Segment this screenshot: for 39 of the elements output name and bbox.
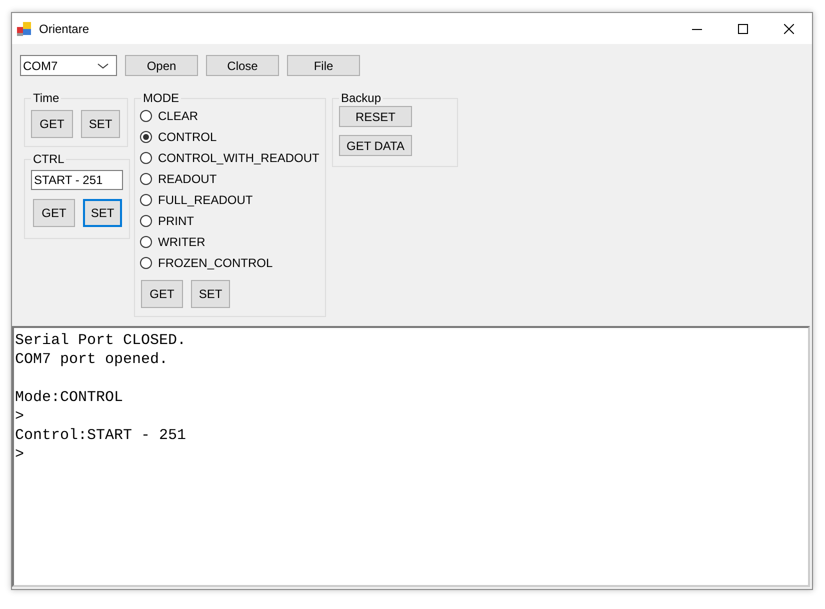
radio-label[interactable]: PRINT: [158, 214, 194, 228]
radio-label[interactable]: FROZEN_CONTROL: [158, 256, 273, 270]
push-button[interactable]: SET: [83, 199, 122, 227]
window-title: Orientare: [39, 22, 90, 36]
radio-button[interactable]: [140, 172, 152, 184]
push-button[interactable]: SET: [191, 280, 230, 308]
radio-button[interactable]: [140, 110, 152, 122]
radio-label[interactable]: WRITER: [158, 234, 206, 248]
push-button[interactable]: GET: [31, 110, 73, 138]
maximize-icon: [738, 24, 748, 34]
push-button[interactable]: Open: [125, 55, 198, 76]
group-title: MODE: [142, 91, 180, 105]
push-button[interactable]: Close: [206, 55, 279, 76]
push-button[interactable]: File: [287, 55, 360, 76]
push-button[interactable]: GET: [141, 280, 183, 308]
radio-button[interactable]: [140, 214, 152, 226]
group-title: Time: [32, 91, 60, 105]
group-title: Backup: [340, 91, 382, 105]
app-icon: [17, 22, 32, 36]
console-output[interactable]: Serial Port CLOSED. COM7 port opened. Mode:CONTROL > Control:START - 251 >: [12, 326, 810, 587]
radio-label[interactable]: CONTROL: [158, 130, 217, 144]
radio-button[interactable]: [140, 236, 152, 248]
radio-label[interactable]: READOUT: [158, 172, 217, 186]
push-button[interactable]: GET: [33, 199, 75, 227]
radio-button[interactable]: [140, 152, 152, 164]
push-button[interactable]: SET: [81, 110, 120, 138]
control-input[interactable]: START - 251: [31, 170, 123, 190]
radio-label[interactable]: CLEAR: [158, 108, 198, 122]
radio-button[interactable]: [140, 256, 152, 268]
push-button[interactable]: RESET: [339, 106, 412, 127]
port-dropdown[interactable]: COM7: [20, 55, 117, 76]
push-button[interactable]: GET DATA: [339, 135, 412, 156]
group-title: CTRL: [32, 152, 66, 166]
radio-button[interactable]: [140, 130, 152, 142]
radio-button[interactable]: [140, 194, 152, 206]
radio-label[interactable]: CONTROL_WITH_READOUT: [158, 150, 320, 164]
radio-label[interactable]: FULL_READOUT: [158, 192, 253, 206]
caret-icon: [96, 62, 110, 70]
close-icon: [784, 24, 794, 34]
